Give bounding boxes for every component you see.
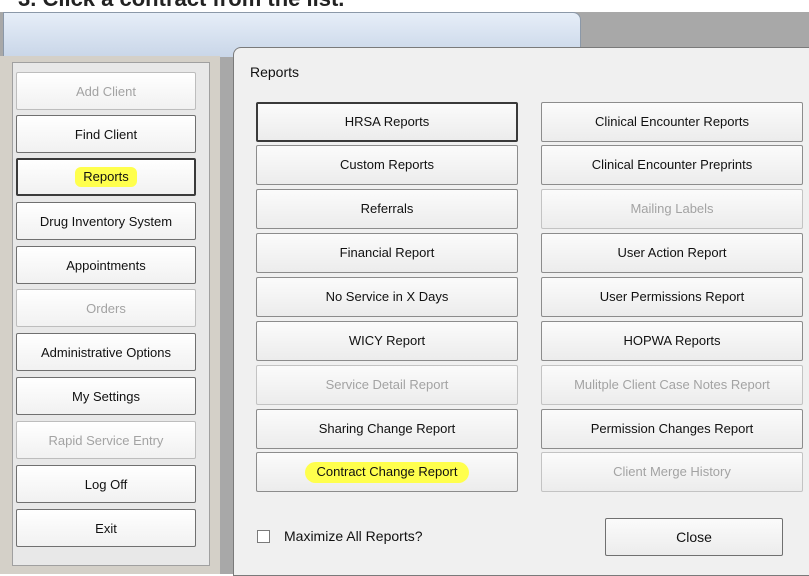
- hrsa-reports-button[interactable]: HRSA Reports: [256, 102, 518, 142]
- clinical-encounter-reports-button[interactable]: Clinical Encounter Reports: [541, 102, 803, 142]
- rapid-service-entry-label: Rapid Service Entry: [48, 432, 164, 448]
- administrative-options-button[interactable]: Administrative Options: [16, 333, 196, 371]
- administrative-options-label: Administrative Options: [40, 344, 172, 360]
- exit-button[interactable]: Exit: [16, 509, 196, 547]
- add-client-label: Add Client: [76, 83, 136, 99]
- multiple-client-case-notes-report-button[interactable]: Mulitple Client Case Notes Report: [541, 365, 803, 405]
- hopwa-reports-button[interactable]: HOPWA Reports: [541, 321, 803, 361]
- user-action-report-button[interactable]: User Action Report: [541, 233, 803, 273]
- sharing-change-report-button[interactable]: Sharing Change Report: [256, 409, 518, 449]
- maximize-all-reports-checkbox[interactable]: [257, 530, 270, 543]
- financial-report-button[interactable]: Financial Report: [256, 233, 518, 273]
- maximize-all-reports-label: Maximize All Reports?: [284, 528, 423, 544]
- find-client-button[interactable]: Find Client: [16, 115, 196, 153]
- my-settings-button[interactable]: My Settings: [16, 377, 196, 415]
- close-label: Close: [676, 529, 712, 545]
- reports-nav-button[interactable]: Reports: [16, 158, 196, 196]
- user-action-report-label: User Action Report: [617, 245, 727, 260]
- user-permissions-report-label: User Permissions Report: [599, 289, 745, 304]
- custom-reports-label: Custom Reports: [340, 157, 434, 172]
- find-client-label: Find Client: [74, 126, 138, 142]
- service-detail-report-label: Service Detail Report: [325, 377, 449, 392]
- close-button[interactable]: Close: [605, 518, 783, 556]
- referrals-button[interactable]: Referrals: [256, 189, 518, 229]
- reports-nav-label: Reports: [75, 167, 137, 187]
- log-off-label: Log Off: [84, 476, 128, 492]
- drug-inventory-label: Drug Inventory System: [39, 213, 173, 229]
- instruction-caption: 3. Click a contract from the list.: [0, 0, 809, 12]
- multiple-client-case-notes-label: Mulitple Client Case Notes Report: [574, 377, 770, 392]
- add-client-button[interactable]: Add Client: [16, 72, 196, 110]
- dialog-title: Reports: [250, 64, 300, 80]
- custom-reports-button[interactable]: Custom Reports: [256, 145, 518, 185]
- client-merge-history-button[interactable]: Client Merge History: [541, 452, 803, 492]
- my-settings-label: My Settings: [72, 388, 140, 404]
- clinical-encounter-reports-label: Clinical Encounter Reports: [595, 114, 749, 129]
- orders-button[interactable]: Orders: [16, 289, 196, 327]
- clinical-encounter-preprints-label: Clinical Encounter Preprints: [591, 157, 753, 172]
- clinical-encounter-preprints-button[interactable]: Clinical Encounter Preprints: [541, 145, 803, 185]
- appointments-button[interactable]: Appointments: [16, 246, 196, 284]
- mailing-labels-button[interactable]: Mailing Labels: [541, 189, 803, 229]
- permission-changes-report-label: Permission Changes Report: [590, 421, 754, 436]
- mailing-labels-label: Mailing Labels: [630, 201, 714, 216]
- log-off-button[interactable]: Log Off: [16, 465, 196, 503]
- client-merge-history-label: Client Merge History: [613, 464, 731, 479]
- contract-change-report-button[interactable]: Contract Change Report: [256, 452, 518, 492]
- referrals-label: Referrals: [360, 201, 414, 216]
- no-service-in-x-days-button[interactable]: No Service in X Days: [256, 277, 518, 317]
- rapid-service-entry-button[interactable]: Rapid Service Entry: [16, 421, 196, 459]
- financial-report-label: Financial Report: [339, 245, 435, 260]
- wicy-report-label: WICY Report: [348, 333, 426, 348]
- exit-label: Exit: [95, 520, 117, 536]
- orders-label: Orders: [86, 300, 126, 316]
- service-detail-report-button[interactable]: Service Detail Report: [256, 365, 518, 405]
- permission-changes-report-button[interactable]: Permission Changes Report: [541, 409, 803, 449]
- drug-inventory-button[interactable]: Drug Inventory System: [16, 202, 196, 240]
- hopwa-reports-label: HOPWA Reports: [623, 333, 721, 348]
- wicy-report-button[interactable]: WICY Report: [256, 321, 518, 361]
- hrsa-reports-label: HRSA Reports: [344, 114, 430, 129]
- no-service-label: No Service in X Days: [325, 289, 449, 304]
- sharing-change-report-label: Sharing Change Report: [318, 421, 456, 436]
- user-permissions-report-button[interactable]: User Permissions Report: [541, 277, 803, 317]
- contract-change-report-label: Contract Change Report: [304, 461, 470, 483]
- appointments-label: Appointments: [66, 257, 146, 273]
